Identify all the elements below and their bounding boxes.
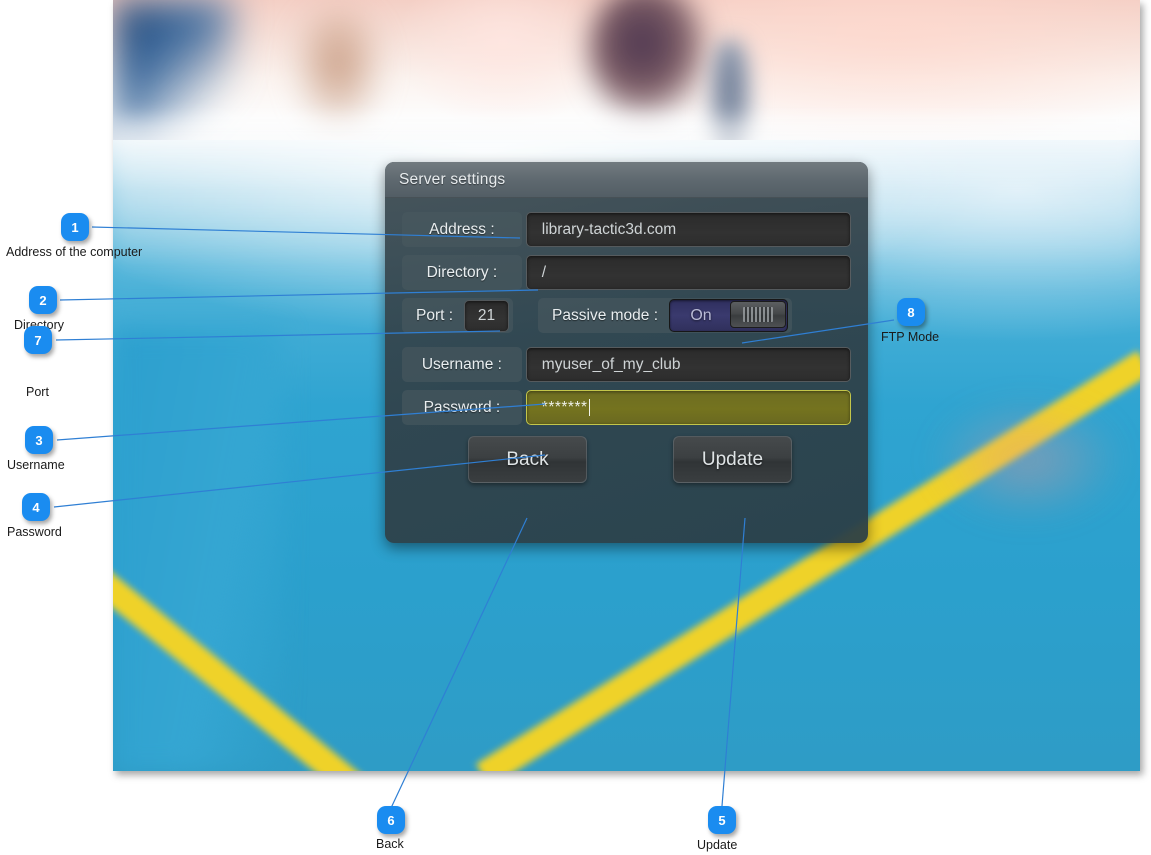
dialog-button-row: Back Update — [402, 436, 851, 483]
callout-badge-3[interactable]: 3 — [25, 426, 53, 454]
passive-mode-label: Passive mode : — [552, 306, 659, 324]
callout-label-8: FTP Mode — [881, 330, 940, 344]
directory-value: / — [541, 263, 547, 281]
callout-label-3: Username — [7, 458, 65, 472]
passive-mode-group: Passive mode : On — [538, 298, 793, 333]
username-label-box: Username : — [402, 347, 522, 382]
callout-badge-8[interactable]: 8 — [897, 298, 925, 326]
directory-input[interactable]: / — [525, 255, 851, 290]
callout-label-6: Back — [376, 837, 404, 851]
callout-badge-7[interactable]: 7 — [24, 326, 52, 354]
address-value: library-tactic3d.com — [541, 220, 677, 238]
dialog-titlebar: Server settings — [385, 162, 868, 198]
password-label: Password : — [423, 398, 501, 416]
username-row: Username : myuser_of_my_club — [402, 347, 851, 382]
photo-figure-main — [588, 0, 708, 117]
password-row: Password : ******* — [402, 390, 851, 425]
back-button[interactable]: Back — [468, 436, 587, 483]
dialog-body: Address : library-tactic3d.com Directory… — [385, 198, 868, 483]
callout-badge-4[interactable]: 4 — [22, 493, 50, 521]
username-label: Username : — [421, 355, 502, 373]
dialog-title: Server settings — [399, 170, 506, 188]
password-input[interactable]: ******* — [525, 390, 851, 425]
directory-label: Directory : — [426, 263, 498, 281]
callout-badge-5[interactable]: 5 — [708, 806, 736, 834]
callout-label-7: Port — [26, 385, 49, 399]
callout-badge-6[interactable]: 6 — [377, 806, 405, 834]
password-value: ******* — [541, 398, 588, 416]
port-label: Port : — [416, 306, 454, 324]
port-value: 21 — [477, 306, 496, 324]
directory-label-box: Directory : — [402, 255, 522, 290]
username-value: myuser_of_my_club — [541, 355, 681, 373]
update-button[interactable]: Update — [673, 436, 792, 483]
port-passive-row: Port : 21 Passive mode : On — [402, 298, 851, 333]
address-input[interactable]: library-tactic3d.com — [525, 212, 851, 247]
toggle-knob[interactable] — [730, 301, 787, 328]
address-label: Address : — [429, 220, 495, 238]
callout-badge-1[interactable]: 1 — [61, 213, 89, 241]
callout-label-4: Password — [7, 525, 62, 539]
callout-badge-2[interactable]: 2 — [29, 286, 57, 314]
passive-mode-state: On — [690, 306, 712, 324]
directory-row: Directory : / — [402, 255, 851, 290]
port-group: Port : 21 — [402, 298, 514, 333]
photo-pink-blur — [933, 400, 1123, 520]
port-input[interactable]: 21 — [464, 299, 510, 332]
server-settings-dialog: Server settings Address : library-tactic… — [385, 162, 868, 543]
photo-figure-left — [293, 10, 383, 130]
callout-label-5: Update — [697, 838, 738, 852]
address-row: Address : library-tactic3d.com — [402, 212, 851, 247]
callout-label-1: Address of the computer — [6, 245, 143, 259]
passive-mode-toggle[interactable]: On — [669, 299, 789, 332]
username-input[interactable]: myuser_of_my_club — [525, 347, 851, 382]
text-caret — [588, 399, 591, 416]
password-label-box: Password : — [402, 390, 522, 425]
address-label-box: Address : — [402, 212, 522, 247]
toggle-grip-icon — [743, 307, 774, 322]
